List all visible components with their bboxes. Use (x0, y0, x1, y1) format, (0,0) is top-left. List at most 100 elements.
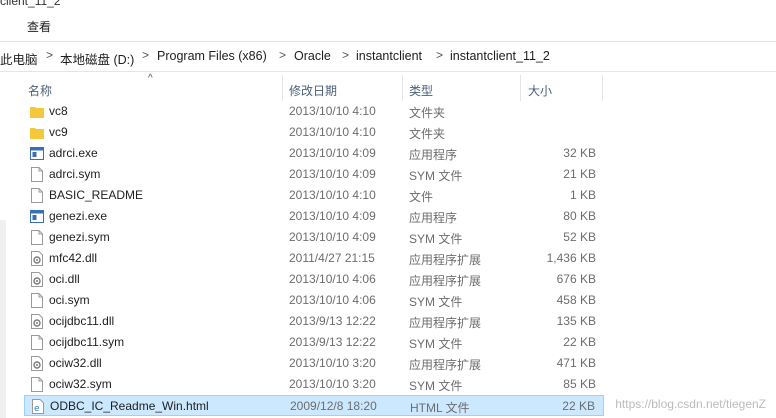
exe-icon (30, 146, 44, 161)
file-name: oci.dll (49, 272, 80, 286)
file-size: 80 KB (563, 209, 596, 223)
breadcrumb-separator[interactable]: > (342, 48, 349, 62)
file-type: HTML 文件 (410, 401, 470, 415)
column-divider[interactable] (402, 75, 403, 101)
file-type: 文件夹 (409, 127, 446, 141)
file-name: ocijdbc11.sym (49, 335, 125, 349)
breadcrumb-separator[interactable]: > (279, 48, 286, 62)
menu-bar: 查看 (0, 10, 776, 40)
file-row[interactable]: vc8 2013/10/10 4:10 文件夹 (24, 101, 604, 122)
file-row[interactable]: e ODBC_IC_Readme_Win.html 2009/12/8 18:20 H… (24, 395, 604, 416)
file-row[interactable]: mfc42.dll 2011/4/27 21:15 应用程序扩展 1,436 KB (24, 248, 604, 269)
folder-icon (30, 104, 44, 119)
file-row[interactable]: ociw32.dll 2013/10/10 3:20 应用程序扩展 471 KB (24, 353, 604, 374)
column-divider[interactable] (602, 75, 603, 101)
file-row[interactable]: oci.sym 2013/10/10 4:06 SYM 文件 458 KB (24, 290, 604, 311)
file-name: genezi.sym (49, 230, 110, 244)
file-row[interactable]: adrci.exe 2013/10/10 4:09 应用程序 32 KB (24, 143, 604, 164)
file-name: ODBC_IC_Readme_Win.html (50, 399, 209, 413)
file-type: 应用程序扩展 (409, 253, 482, 267)
column-divider[interactable] (282, 75, 283, 101)
file-size: 471 KB (556, 356, 596, 370)
file-icon (30, 377, 44, 392)
file-date: 2009/12/8 18:20 (290, 399, 377, 413)
file-size: 458 KB (556, 293, 596, 307)
exe-icon (30, 209, 44, 224)
svg-text:e: e (34, 404, 40, 414)
column-type[interactable]: 类型 (409, 82, 433, 99)
column-header: ^ 名称 修改日期 类型 大小 (0, 73, 776, 101)
file-icon (30, 167, 44, 182)
file-row[interactable]: oci.dll 2013/10/10 4:06 应用程序扩展 676 KB (24, 269, 604, 290)
file-type: 文件夹 (409, 106, 446, 120)
file-date: 2013/10/10 4:09 (289, 146, 376, 160)
folder-icon (30, 125, 44, 140)
breadcrumb-instantclient-11-2[interactable]: instantclient_11_2 (450, 49, 550, 63)
file-date: 2013/10/10 4:10 (289, 125, 376, 139)
file-date: 2013/10/10 4:09 (289, 230, 376, 244)
file-type: 应用程序 (409, 211, 458, 225)
scrollbar[interactable] (0, 220, 6, 418)
file-name: ociw32.sym (49, 377, 112, 391)
file-date: 2013/10/10 3:20 (289, 356, 376, 370)
file-type: SYM 文件 (409, 337, 463, 351)
file-size: 52 KB (563, 230, 596, 244)
dll-icon (30, 356, 44, 371)
file-size: 85 KB (563, 377, 596, 391)
file-date: 2013/10/10 4:06 (289, 272, 376, 286)
column-name[interactable]: 名称 (28, 82, 52, 99)
sort-up-icon: ^ (148, 73, 153, 84)
file-date: 2013/9/13 12:22 (289, 335, 376, 349)
breadcrumb-this-pc[interactable]: 此电脑 (0, 49, 38, 68)
file-size: 1,436 KB (546, 251, 596, 265)
file-date: 2013/10/10 4:10 (289, 188, 376, 202)
file-name: vc9 (49, 125, 68, 139)
file-icon (30, 230, 44, 245)
file-row[interactable]: ocijdbc11.dll 2013/9/13 12:22 应用程序扩展 135 KB (24, 311, 604, 332)
file-name: BASIC_README (49, 188, 144, 202)
window-title: client_11_2 (0, 0, 61, 8)
file-icon (30, 335, 44, 350)
file-name: genezi.exe (49, 209, 108, 223)
file-name: mfc42.dll (49, 251, 98, 265)
file-row[interactable]: genezi.exe 2013/10/10 4:09 应用程序 80 KB (24, 206, 604, 227)
file-size: 32 KB (563, 146, 596, 160)
file-row[interactable]: BASIC_README 2013/10/10 4:10 文件 1 KB (24, 185, 604, 206)
breadcrumb-local-disk[interactable]: 本地磁盘 (D:) (60, 49, 134, 68)
column-date[interactable]: 修改日期 (289, 82, 337, 99)
file-row[interactable]: adrci.sym 2013/10/10 4:09 SYM 文件 21 KB (24, 164, 604, 185)
dll-icon (30, 314, 44, 329)
file-row[interactable]: vc9 2013/10/10 4:10 文件夹 (24, 122, 604, 143)
file-date: 2013/10/10 4:09 (289, 167, 376, 181)
address-bar[interactable]: 此电脑 > 本地磁盘 (D:) > Program Files (x86) > … (0, 41, 776, 72)
dll-icon (30, 251, 44, 266)
file-size: 135 KB (556, 314, 596, 328)
file-date: 2013/9/13 12:22 (289, 314, 376, 328)
file-type: 应用程序 (409, 148, 458, 162)
dll-icon (30, 272, 44, 287)
file-name: vc8 (49, 104, 68, 118)
file-name: ocijdbc11.dll (49, 314, 115, 328)
menu-view[interactable]: 查看 (27, 18, 51, 35)
file-type: 应用程序扩展 (409, 316, 482, 330)
breadcrumb-oracle[interactable]: Oracle (294, 49, 331, 63)
file-row[interactable]: genezi.sym 2013/10/10 4:09 SYM 文件 52 KB (24, 227, 604, 248)
breadcrumb-program-files[interactable]: Program Files (x86) (157, 49, 267, 63)
breadcrumb-separator[interactable]: > (142, 48, 149, 62)
file-name: adrci.sym (49, 167, 101, 181)
column-divider[interactable] (520, 75, 521, 101)
breadcrumb-instantclient[interactable]: instantclient (356, 49, 422, 63)
file-date: 2013/10/10 4:10 (289, 104, 376, 118)
file-name: oci.sym (49, 293, 90, 307)
file-type: SYM 文件 (409, 295, 463, 309)
file-row[interactable]: ocijdbc11.sym 2013/9/13 12:22 SYM 文件 22 KB (24, 332, 604, 353)
file-name: ociw32.dll (49, 356, 102, 370)
column-size[interactable]: 大小 (528, 82, 552, 99)
file-size: 1 KB (569, 188, 596, 202)
breadcrumb-separator[interactable]: > (46, 48, 53, 62)
file-type: SYM 文件 (409, 379, 463, 393)
file-row[interactable]: ociw32.sym 2013/10/10 3:20 SYM 文件 85 KB (24, 374, 604, 395)
file-date: 2011/4/27 21:15 (289, 251, 375, 265)
breadcrumb-separator[interactable]: > (436, 48, 443, 62)
file-icon (30, 293, 44, 308)
